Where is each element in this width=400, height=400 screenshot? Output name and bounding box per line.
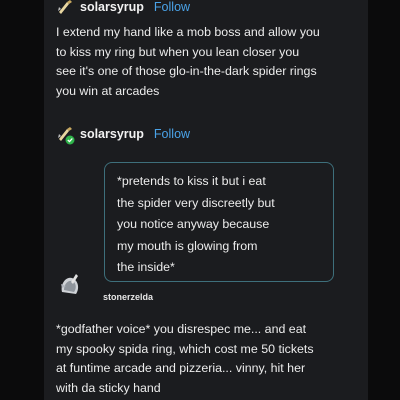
post-panel: solarsyrup Follow I extend my hand like … [44,0,368,400]
quote-line: you notice anyway because [117,217,270,231]
post1-line: I extend my hand like a mob boss and all… [56,25,320,39]
quote-line: *pretends to kiss it but i eat [117,174,266,188]
post2-follow-button[interactable]: Follow [154,127,190,141]
post3-line: *godfather voice* you disrespec me... an… [56,322,307,336]
post3-body: *godfather voice* you disrespec me... an… [56,320,368,398]
screenshot-frame: solarsyrup Follow I extend my hand like … [0,0,400,400]
post3-avatar[interactable] [58,268,84,302]
post1-line: to kiss my ring but when you lean closer… [56,44,300,59]
quote-line: my mouth is glowing from [117,238,258,253]
post2-author-row: solarsyrup Follow [56,125,190,145]
post1-author-row: solarsyrup Follow [56,0,190,16]
post3-username[interactable]: stonerzelda [103,292,153,302]
quote-line: the spider very discreetly but [117,195,275,210]
quote-box: *pretends to kiss it but i eat the spide… [104,162,334,282]
post1-line: you win at arcades [56,83,160,98]
post1-username[interactable]: solarsyrup [80,0,144,14]
post3-line: my spooky spida ring, which cost me 50 t… [56,341,314,356]
post1-line: see it's one of those glo-in-the-dark sp… [56,64,317,78]
quote-text: *pretends to kiss it but i eat the spide… [117,171,327,279]
user-avatar-icon [61,274,79,294]
avatar-icon[interactable] [56,0,74,16]
quote-line: the inside* [117,260,175,274]
post3-line: with da sticky hand [56,380,161,395]
avatar-icon[interactable] [56,125,75,145]
online-badge-icon [65,135,75,145]
post1-follow-button[interactable]: Follow [154,0,190,14]
post1-body: I extend my hand like a mob boss and all… [56,23,366,101]
post2-username[interactable]: solarsyrup [80,127,144,141]
post3-line: at funtime arcade and pizzeria... vinny,… [56,361,306,375]
